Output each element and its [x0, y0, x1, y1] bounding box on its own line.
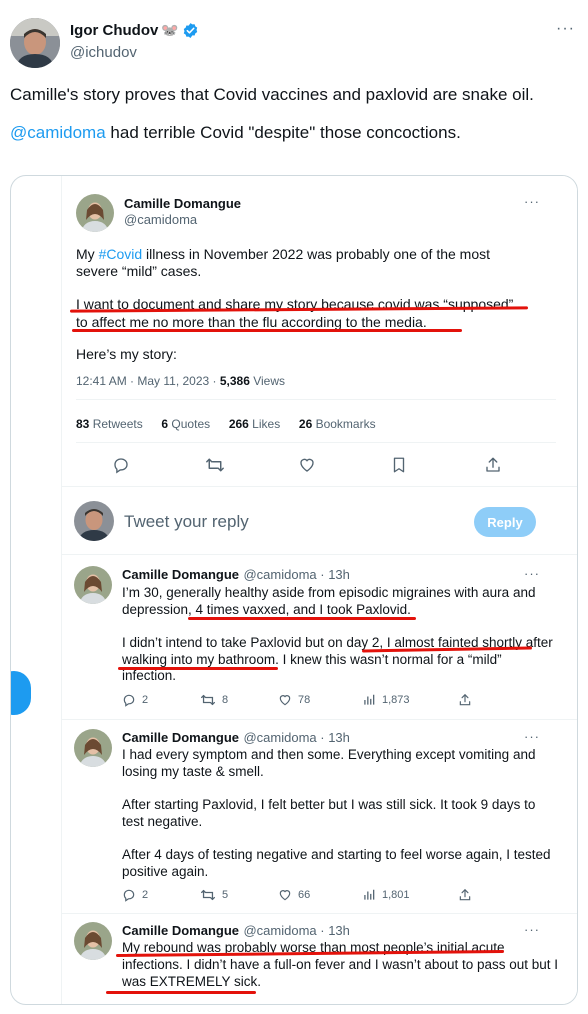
reply-icon	[112, 456, 130, 479]
reply-1-likes: 78	[278, 693, 310, 707]
camille-avatar	[74, 922, 112, 960]
divider	[76, 399, 556, 400]
more-options-icon[interactable]: ···	[556, 20, 575, 38]
reply-meta: @camidoma · 13h	[243, 730, 350, 745]
count: 66	[298, 889, 311, 901]
author-name-text: Igor Chudov	[70, 22, 159, 39]
reply-3-line-2: infections. I didn’t have a full-on feve…	[122, 957, 559, 972]
main-tweet-p3: Here’s my story:	[76, 346, 177, 362]
main-tweet-name: Camille Domangue	[124, 196, 242, 211]
count: 5	[222, 889, 229, 901]
views-count: 5,386	[219, 374, 250, 388]
reply-2-retweets: 5	[200, 888, 228, 902]
count: 8	[222, 694, 229, 706]
reply-2-line-1: I had every symptom and then some. Every…	[122, 747, 536, 762]
reply-2-line-2: losing my taste & smell.	[122, 764, 264, 779]
like-icon	[298, 456, 316, 479]
viewer-avatar	[74, 501, 114, 541]
camille-avatar	[74, 566, 112, 604]
author-name[interactable]: Igor Chudov 🐭	[70, 22, 199, 39]
main-tweet-stats: 83 Retweets 6 Quotes 266 Likes 26 Bookma…	[76, 417, 376, 431]
reply-2-header: Camille Domangue @camidoma · 13h	[122, 729, 350, 747]
main-tweet-more-icon: ···	[524, 194, 540, 209]
reply-meta: @camidoma · 13h	[243, 923, 350, 938]
reply-1-retweets: 8	[200, 693, 228, 707]
reply-name: Camille Domangue	[122, 567, 240, 582]
retweets-label: Retweets	[89, 417, 143, 431]
likes-count: 266	[228, 417, 249, 431]
reply-2-replies: 2	[122, 888, 148, 902]
main-tweet-timestamp: 12:41 AM · May 11, 2023 · 5,386 Views	[76, 374, 285, 388]
reply-meta: @camidoma · 13h	[243, 567, 350, 582]
tweet-text-line-2: @camidoma had terrible Covid "despite" t…	[10, 122, 461, 144]
reply-3-line-3: was EXTREMELY sick.	[122, 974, 262, 989]
reply-input: Tweet your reply	[124, 512, 249, 531]
retweet-icon	[205, 456, 225, 479]
count: 2	[142, 889, 149, 901]
reply-1-header: Camille Domangue @camidoma · 13h	[122, 566, 350, 584]
main-tweet-p1-line1: My #Covid illness in November 2022 was p…	[76, 245, 490, 263]
red-underline	[188, 617, 416, 620]
reply-1-line-6: infection.	[122, 668, 177, 683]
reply-2-line-8: positive again.	[122, 864, 209, 879]
hashtag: #Covid	[98, 246, 143, 262]
mouse-emoji-icon: 🐭	[161, 22, 179, 38]
share-icon	[484, 456, 502, 479]
author-avatar[interactable]	[10, 18, 60, 68]
reply-2-line-4: After starting Paxlovid, I felt better b…	[122, 797, 536, 812]
reply-name: Camille Domangue	[122, 923, 240, 938]
tweet-text-line-1: Camille's story proves that Covid vaccin…	[10, 85, 534, 104]
screenshot-thread: Camille Domangue @camidoma ··· My #Covid…	[61, 176, 577, 1004]
reply-1-more-icon: ···	[524, 566, 540, 581]
reply-button: Reply	[474, 507, 536, 537]
reply-1-share-icon	[458, 693, 472, 707]
camille-avatar	[74, 729, 112, 767]
camille-avatar	[76, 194, 114, 232]
divider	[76, 442, 556, 443]
count: 78	[298, 694, 311, 706]
reply-name: Camille Domangue	[122, 730, 240, 745]
bookmark-icon	[391, 456, 407, 479]
divider	[62, 719, 577, 720]
count: 1,801	[382, 889, 410, 901]
main-tweet-p1-line2: severe “mild” cases.	[76, 263, 202, 279]
red-underline	[106, 991, 256, 994]
bookmarks-label: Bookmarks	[312, 417, 376, 431]
reply-3-header: Camille Domangue @camidoma · 13h	[122, 922, 350, 940]
embedded-image[interactable]: Camille Domangue @camidoma ··· My #Covid…	[10, 175, 578, 1005]
reply-1-replies: 2	[122, 693, 148, 707]
likes-label: Likes	[248, 417, 281, 431]
views-label: Views	[249, 374, 286, 388]
red-underline	[72, 329, 462, 332]
scroll-indicator	[11, 671, 31, 715]
bookmarks-count: 26	[298, 417, 313, 431]
retweets-count: 83	[76, 417, 90, 431]
divider	[62, 554, 577, 555]
reply-2-line-7: After 4 days of testing negative and sta…	[122, 847, 551, 862]
reply-1-line-1: I’m 30, generally healthy aside from epi…	[122, 585, 536, 600]
divider	[62, 913, 577, 914]
count: 1,873	[382, 694, 410, 706]
reply-2-more-icon: ···	[524, 729, 540, 744]
reply-3-more-icon: ···	[524, 922, 540, 937]
verified-badge-icon	[182, 22, 199, 39]
text: illness in November 2022 was probably on…	[142, 246, 491, 262]
reply-2-line-5: test negative.	[122, 814, 203, 829]
mention-link[interactable]: @camidoma	[10, 123, 106, 142]
quotes-label: Quotes	[168, 417, 211, 431]
divider	[62, 486, 577, 487]
count: 2	[142, 694, 149, 706]
timestamp-text: 12:41 AM · May 11, 2023 ·	[76, 374, 220, 388]
reply-2-share-icon	[458, 888, 472, 902]
reply-2-views: 1,801	[362, 888, 410, 902]
text: My	[76, 246, 99, 262]
author-handle[interactable]: @ichudov	[70, 44, 137, 61]
tweet-text-rest: had terrible Covid "despite" those conco…	[105, 123, 461, 142]
reply-1-views: 1,873	[362, 693, 410, 707]
main-tweet-handle: @camidoma	[124, 212, 198, 227]
reply-2-likes: 66	[278, 888, 310, 902]
